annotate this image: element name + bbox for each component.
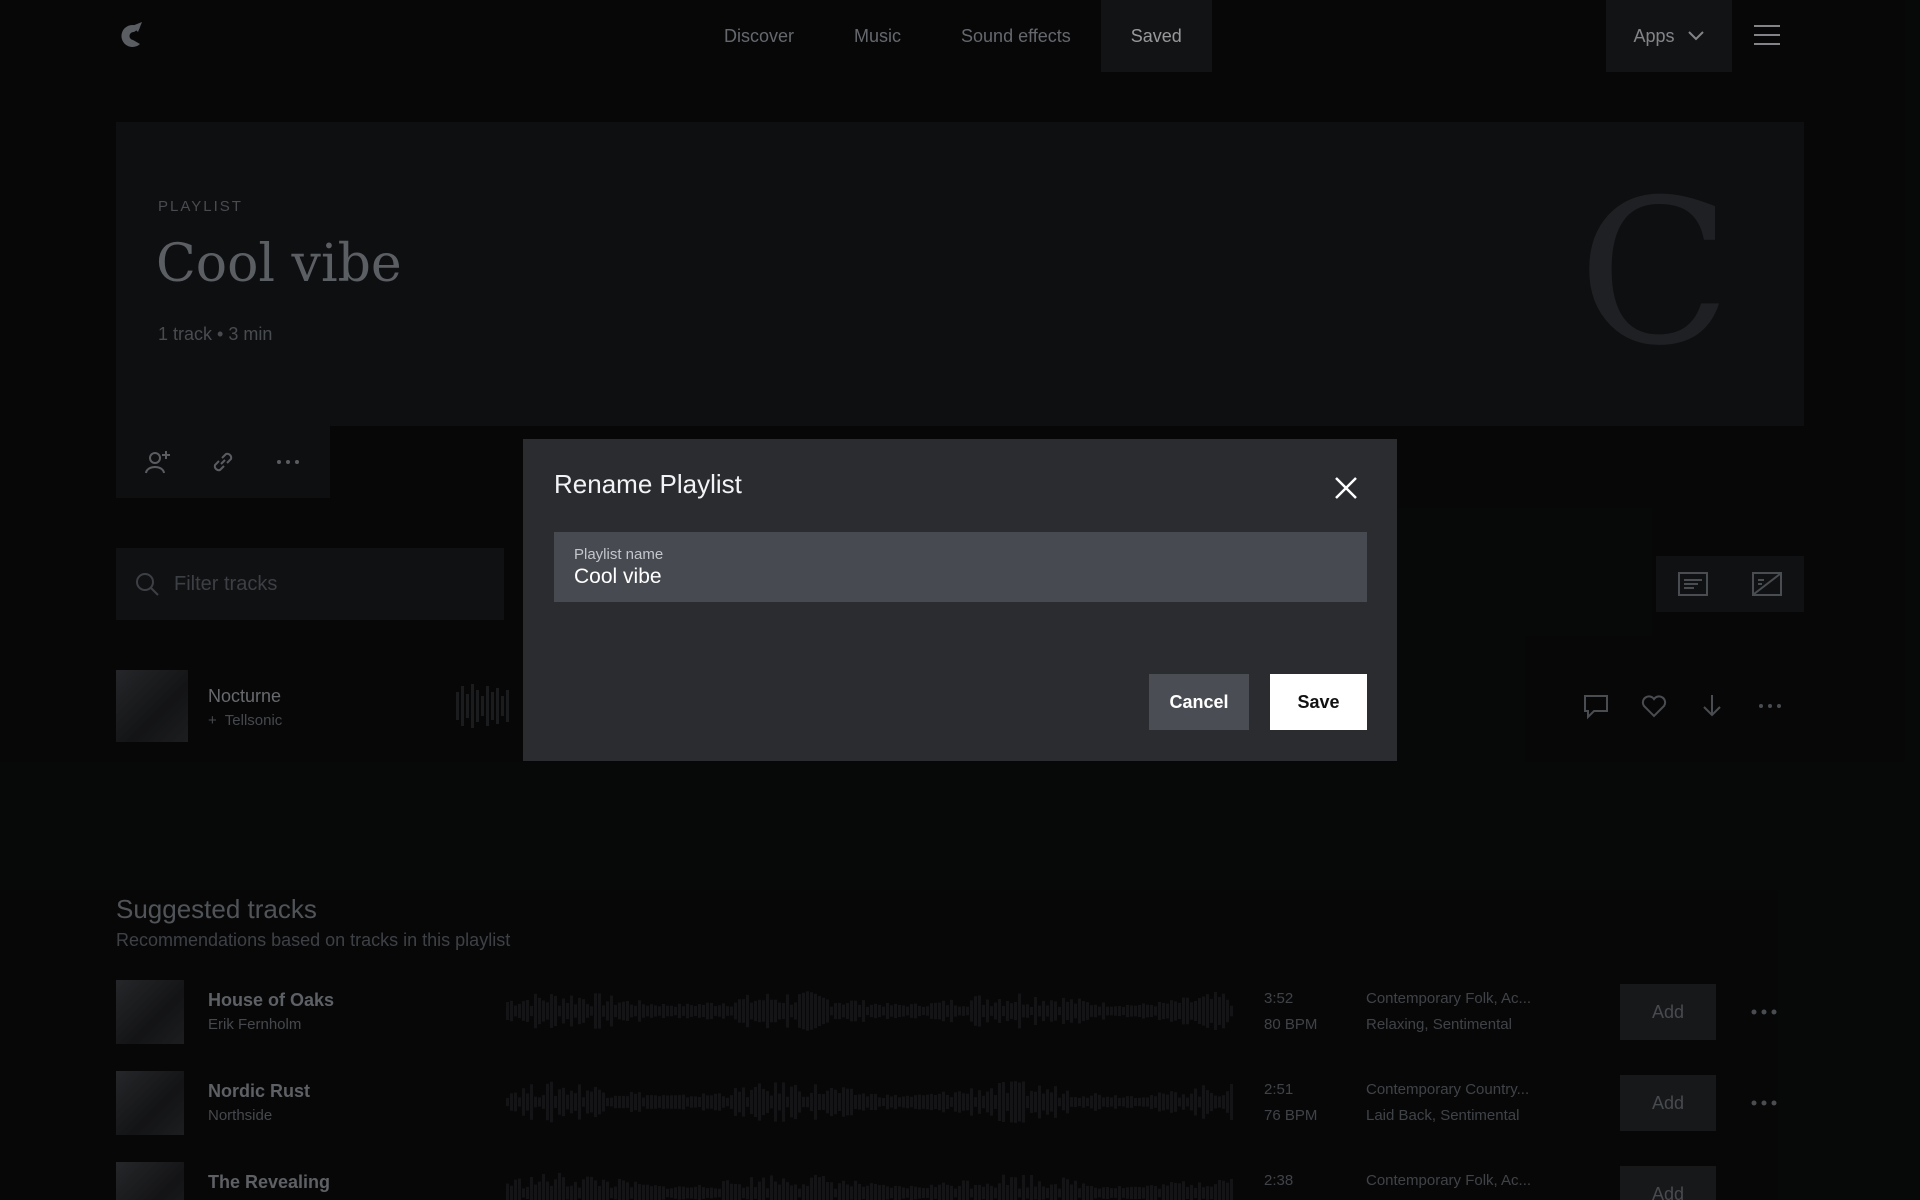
rename-playlist-dialog: Rename Playlist Playlist name Cancel Sav… (523, 439, 1397, 761)
playlist-name-input[interactable] (574, 565, 1347, 589)
dialog-title: Rename Playlist (554, 469, 742, 499)
playlist-name-field[interactable]: Playlist name (554, 532, 1367, 602)
close-icon[interactable] (1333, 475, 1359, 501)
playlist-name-label: Playlist name (574, 546, 664, 563)
cancel-button[interactable]: Cancel (1149, 674, 1249, 730)
app-page: Discover Music Sound effects Saved Apps … (0, 0, 1920, 1200)
save-button[interactable]: Save (1270, 674, 1367, 730)
